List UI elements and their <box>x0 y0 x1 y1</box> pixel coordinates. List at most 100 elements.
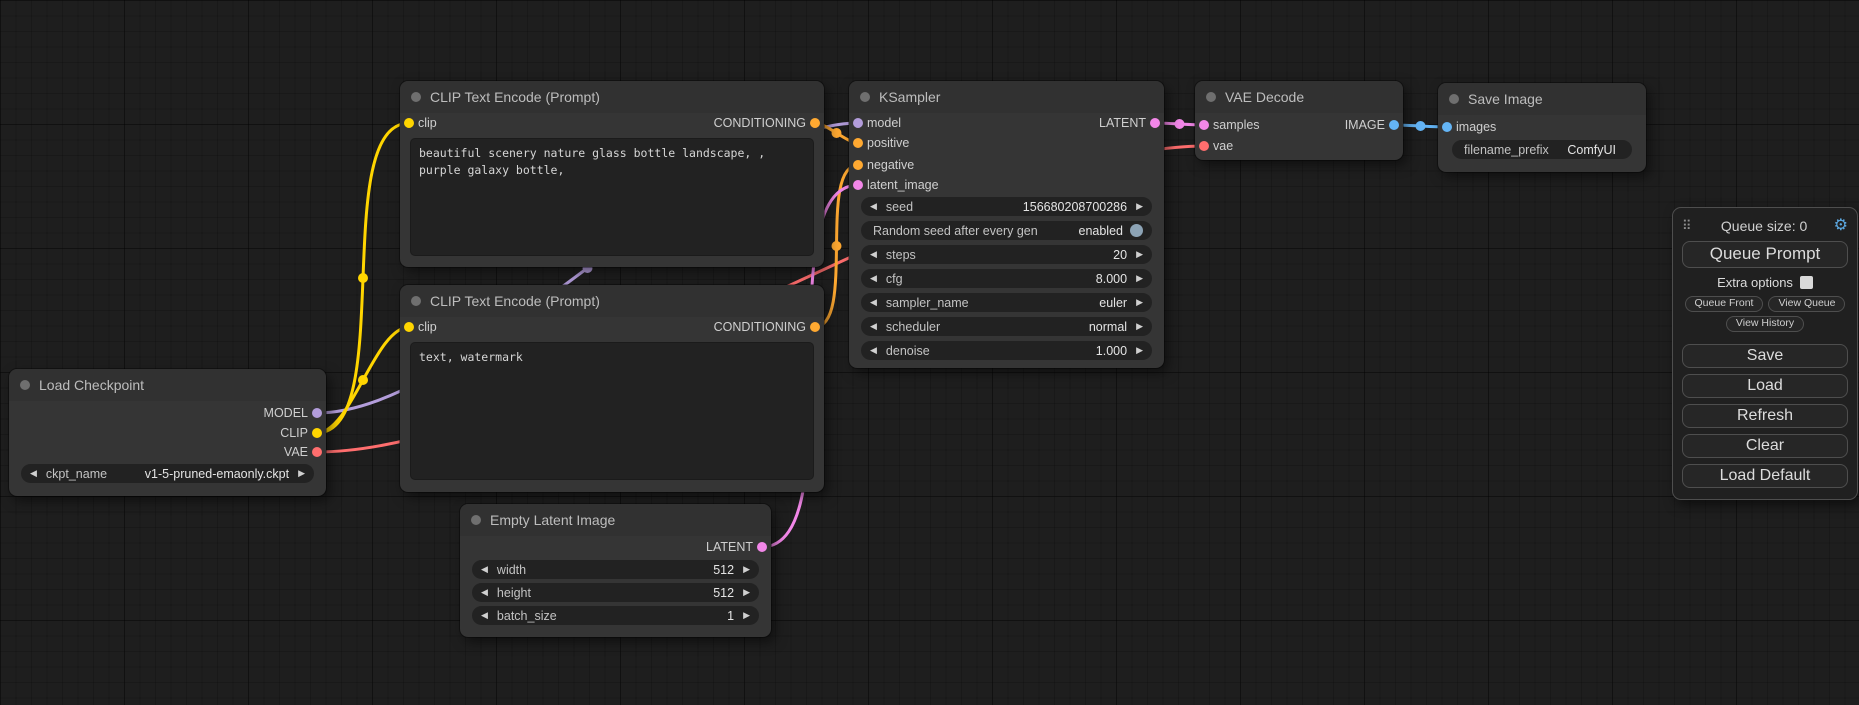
view-history-button[interactable]: View History <box>1726 316 1804 332</box>
increment-arrow-icon[interactable]: ▶ <box>743 611 750 620</box>
slot-dot-clip-output[interactable] <box>312 428 322 438</box>
collapse-dot-icon[interactable] <box>20 380 30 390</box>
widget-width[interactable]: ◀ width 512 ▶ <box>472 560 759 579</box>
view-queue-button[interactable]: View Queue <box>1768 296 1845 312</box>
increment-arrow-icon[interactable]: ▶ <box>1136 202 1143 211</box>
decrement-arrow-icon[interactable]: ◀ <box>481 588 488 597</box>
collapse-dot-icon[interactable] <box>1206 92 1216 102</box>
slot-dot-conditioning-output[interactable] <box>810 118 820 128</box>
slot-dot-vae-input[interactable] <box>1199 141 1209 151</box>
increment-arrow-icon[interactable]: ▶ <box>743 588 750 597</box>
queue-size-label: Queue size: 0 <box>1695 218 1834 234</box>
node-title: VAE Decode <box>1225 89 1304 105</box>
decrement-arrow-icon[interactable]: ◀ <box>30 469 37 478</box>
slot-dot-model-input[interactable] <box>853 118 863 128</box>
slot-dot-positive-input[interactable] <box>853 138 863 148</box>
node-clip-text-encode-positive[interactable]: CLIP Text Encode (Prompt) clip CONDITION… <box>400 81 824 267</box>
slot-row: clip CONDITIONING <box>400 317 824 337</box>
slot-dot-samples-input[interactable] <box>1199 120 1209 130</box>
decrement-arrow-icon[interactable]: ◀ <box>870 202 877 211</box>
node-ksampler[interactable]: KSampler model LATENT positive negative … <box>849 81 1164 368</box>
decrement-arrow-icon[interactable]: ◀ <box>870 274 877 283</box>
widget-cfg[interactable]: ◀ cfg 8.000 ▶ <box>861 269 1152 288</box>
decrement-arrow-icon[interactable]: ◀ <box>870 322 877 331</box>
decrement-arrow-icon[interactable]: ◀ <box>870 346 877 355</box>
prompt-textarea[interactable]: beautiful scenery nature glass bottle la… <box>410 138 814 256</box>
queue-buttons-row: Queue Front View Queue <box>1682 296 1848 312</box>
widget-label: steps <box>886 248 916 262</box>
increment-arrow-icon[interactable]: ▶ <box>1136 322 1143 331</box>
node-load-checkpoint[interactable]: Load Checkpoint MODEL CLIP VAE ◀ ckpt_na… <box>9 369 326 496</box>
input-slot-label: model <box>867 116 901 130</box>
load-default-button[interactable]: Load Default <box>1682 464 1848 488</box>
node-vae-decode[interactable]: VAE Decode samples IMAGE vae <box>1195 81 1403 160</box>
queue-front-button[interactable]: Queue Front <box>1685 296 1764 312</box>
refresh-button[interactable]: Refresh <box>1682 404 1848 428</box>
input-slot-label: positive <box>867 136 909 150</box>
increment-arrow-icon[interactable]: ▶ <box>1136 346 1143 355</box>
slot-dot-negative-input[interactable] <box>853 160 863 170</box>
collapse-dot-icon[interactable] <box>471 515 481 525</box>
node-title-bar: KSampler <box>849 81 1164 113</box>
node-graph-canvas[interactable]: Load Checkpoint MODEL CLIP VAE ◀ ckpt_na… <box>0 0 1859 705</box>
clear-button[interactable]: Clear <box>1682 434 1848 458</box>
node-title-bar: CLIP Text Encode (Prompt) <box>400 81 824 113</box>
collapse-dot-icon[interactable] <box>411 296 421 306</box>
drag-handle-icon[interactable]: ⠿ <box>1682 218 1691 234</box>
increment-arrow-icon[interactable]: ▶ <box>743 565 750 574</box>
output-slot-label: LATENT <box>1099 116 1146 130</box>
node-save-image[interactable]: Save Image images filename_prefix ComfyU… <box>1438 83 1646 172</box>
increment-arrow-icon[interactable]: ▶ <box>1136 274 1143 283</box>
increment-arrow-icon[interactable]: ▶ <box>1136 298 1143 307</box>
slot-dot-latent-output[interactable] <box>1150 118 1160 128</box>
widget-random-seed-toggle[interactable]: Random seed after every gen enabled <box>861 221 1152 240</box>
widget-height[interactable]: ◀ height 512 ▶ <box>472 583 759 602</box>
widget-value: v1-5-pruned-emaonly.ckpt <box>145 467 289 481</box>
slot-dot-clip-input[interactable] <box>404 118 414 128</box>
slot-dot-model-output[interactable] <box>312 408 322 418</box>
decrement-arrow-icon[interactable]: ◀ <box>481 565 488 574</box>
node-clip-text-encode-negative[interactable]: CLIP Text Encode (Prompt) clip CONDITION… <box>400 285 824 492</box>
wire-midpoint-dot <box>1175 119 1185 129</box>
slot-dot-conditioning-output[interactable] <box>810 322 820 332</box>
wire-midpoint-dot <box>832 128 842 138</box>
queue-prompt-button[interactable]: Queue Prompt <box>1682 241 1848 268</box>
widget-value: 8.000 <box>1096 272 1127 286</box>
widget-denoise[interactable]: ◀ denoise 1.000 ▶ <box>861 341 1152 360</box>
widget-label: cfg <box>886 272 903 286</box>
slot-dot-latent-output[interactable] <box>757 542 767 552</box>
collapse-dot-icon[interactable] <box>1449 94 1459 104</box>
widget-filename-prefix[interactable]: filename_prefix ComfyUI <box>1452 140 1632 159</box>
slot-dot-image-output[interactable] <box>1389 120 1399 130</box>
node-title-bar: VAE Decode <box>1195 81 1403 113</box>
prompt-textarea[interactable]: text, watermark <box>410 342 814 480</box>
widget-seed[interactable]: ◀ seed 156680208700286 ▶ <box>861 197 1152 216</box>
widget-ckpt-name[interactable]: ◀ ckpt_name v1-5-pruned-emaonly.ckpt ▶ <box>21 464 314 483</box>
increment-arrow-icon[interactable]: ▶ <box>298 469 305 478</box>
slot-dot-clip-input[interactable] <box>404 322 414 332</box>
node-title: CLIP Text Encode (Prompt) <box>430 293 600 309</box>
widget-batch-size[interactable]: ◀ batch_size 1 ▶ <box>472 606 759 625</box>
output-slot-clip: CLIP <box>9 423 326 443</box>
settings-gear-icon[interactable]: ⚙ <box>1834 218 1848 234</box>
slot-dot-images-input[interactable] <box>1442 122 1452 132</box>
increment-arrow-icon[interactable]: ▶ <box>1136 250 1143 259</box>
input-slot-label: samples <box>1213 118 1260 132</box>
extra-options-checkbox[interactable] <box>1800 276 1813 289</box>
widget-value: normal <box>1089 320 1127 334</box>
widget-steps[interactable]: ◀ steps 20 ▶ <box>861 245 1152 264</box>
widget-scheduler[interactable]: ◀ scheduler normal ▶ <box>861 317 1152 336</box>
save-button[interactable]: Save <box>1682 344 1848 368</box>
collapse-dot-icon[interactable] <box>860 92 870 102</box>
collapse-dot-icon[interactable] <box>411 92 421 102</box>
decrement-arrow-icon[interactable]: ◀ <box>481 611 488 620</box>
decrement-arrow-icon[interactable]: ◀ <box>870 298 877 307</box>
widget-label: Random seed after every gen <box>873 224 1038 238</box>
load-button[interactable]: Load <box>1682 374 1848 398</box>
widget-sampler-name[interactable]: ◀ sampler_name euler ▶ <box>861 293 1152 312</box>
slot-dot-latent-input[interactable] <box>853 180 863 190</box>
slot-dot-vae-output[interactable] <box>312 447 322 457</box>
node-empty-latent-image[interactable]: Empty Latent Image LATENT ◀ width 512 ▶ … <box>460 504 771 637</box>
toggle-knob-icon[interactable] <box>1130 224 1143 237</box>
decrement-arrow-icon[interactable]: ◀ <box>870 250 877 259</box>
